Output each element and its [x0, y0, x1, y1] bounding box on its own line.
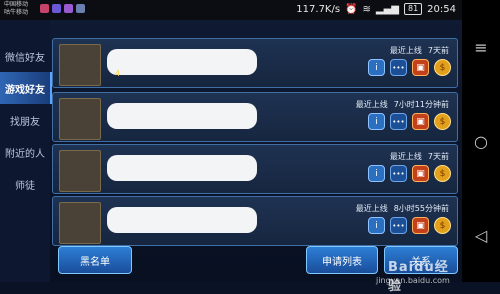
android-status-bar: 中国移动 咕牛移动 117.7K/s ⏰ ≋ ▂▄▆ 81 20:54 — [0, 0, 462, 20]
redacted-name — [107, 207, 257, 233]
blacklist-button[interactable]: 黑名单 — [58, 246, 132, 274]
baidu-watermark: Baidu经验 — [388, 260, 449, 294]
tab-label: 游戏好友 — [5, 84, 45, 96]
network-speed: 117.7K/s — [296, 3, 341, 15]
redacted-name — [107, 155, 257, 181]
info-icon[interactable]: i — [368, 217, 385, 234]
app-notification-icon — [64, 4, 73, 13]
last-online-value: 8小时55分钟前 — [393, 204, 449, 213]
wifi-icon: ≋ — [362, 3, 371, 15]
coin-icon[interactable]: $ — [434, 217, 451, 234]
friend-row[interactable]: 最近上线 7小时11分钟前 i ••• ▣ $ — [52, 92, 458, 142]
gift-icon[interactable]: ▣ — [412, 217, 429, 234]
last-online: 最近上线 7小时11分钟前 — [356, 99, 449, 110]
gift-icon[interactable]: ▣ — [412, 113, 429, 130]
coin-icon[interactable]: $ — [434, 59, 451, 76]
row-actions: i ••• ▣ $ — [368, 165, 451, 182]
redacted-name — [107, 103, 257, 129]
app-notification-icon — [52, 4, 61, 13]
clock: 20:54 — [427, 3, 456, 15]
tab-label: 找朋友 — [10, 116, 40, 128]
last-online-label: 最近上线 — [355, 204, 388, 213]
notification-icons — [40, 4, 85, 13]
info-icon[interactable]: i — [368, 59, 385, 76]
chat-icon[interactable]: ••• — [390, 59, 407, 76]
tab-find-friends[interactable]: 找朋友 — [0, 104, 50, 136]
last-online-value: 7天前 — [427, 152, 449, 161]
tab-label: 微信好友 — [5, 52, 45, 64]
row-actions: i ••• ▣ $ — [368, 113, 451, 130]
row-actions: i ••• ▣ $ — [368, 59, 451, 76]
status-right: 117.7K/s ⏰ ≋ ▂▄▆ 81 20:54 — [296, 3, 456, 15]
gift-icon[interactable]: ▣ — [412, 165, 429, 182]
friend-row[interactable]: 4 最近上线 7天前 i ••• ▣ $ — [52, 38, 458, 88]
home-icon[interactable]: ○ — [474, 132, 488, 151]
carrier-line1: 中国移动 — [4, 1, 29, 8]
last-online-label: 最近上线 — [389, 152, 422, 161]
avatar[interactable] — [59, 44, 101, 86]
chat-icon[interactable]: ••• — [390, 217, 407, 234]
last-online: 最近上线 8小时55分钟前 — [356, 203, 449, 214]
friend-list[interactable]: 4 最近上线 7天前 i ••• ▣ $ 最近上线 7小时11分钟前 i ••• ▣… — [52, 20, 460, 246]
coin-icon[interactable]: $ — [434, 165, 451, 182]
app-notification-icon — [76, 4, 85, 13]
last-online-value: 7小时11分钟前 — [393, 100, 449, 109]
android-nav-bar: ≡ ○ ◁ — [462, 0, 500, 282]
avatar[interactable] — [59, 202, 101, 244]
carrier-info: 中国移动 咕牛移动 — [4, 1, 28, 17]
apply-list-label: 申请列表 — [322, 256, 362, 268]
apply-list-button[interactable]: 申请列表 — [306, 246, 378, 274]
redacted-name — [107, 49, 257, 75]
last-online-label: 最近上线 — [355, 100, 388, 109]
alarm-icon: ⏰ — [345, 3, 358, 15]
back-icon[interactable]: ◁ — [475, 226, 487, 245]
baidu-watermark-url: jingyan.baidu.com — [376, 276, 450, 285]
chat-icon[interactable]: ••• — [390, 113, 407, 130]
friend-row[interactable]: 最近上线 8小时55分钟前 i ••• ▣ $ — [52, 196, 458, 246]
last-online: 最近上线 7天前 — [390, 151, 449, 162]
tab-game-friends[interactable]: 游戏好友 — [0, 72, 52, 104]
tab-label: 师徒 — [15, 180, 35, 192]
app-notification-icon — [40, 4, 49, 13]
row-actions: i ••• ▣ $ — [368, 217, 451, 234]
menu-icon[interactable]: ≡ — [474, 38, 487, 57]
tab-label: 附近的人 — [5, 148, 45, 160]
info-icon[interactable]: i — [368, 113, 385, 130]
tab-nearby-people[interactable]: 附近的人 — [0, 136, 50, 168]
carrier-line2: 咕牛移动 — [4, 9, 29, 16]
avatar[interactable] — [59, 150, 101, 192]
friend-row[interactable]: 最近上线 7天前 i ••• ▣ $ — [52, 144, 458, 194]
signal-icon: ▂▄▆ — [375, 3, 399, 15]
gift-icon[interactable]: ▣ — [412, 59, 429, 76]
level-badge: 4 — [115, 69, 121, 78]
info-icon[interactable]: i — [368, 165, 385, 182]
last-online-value: 7天前 — [427, 46, 449, 55]
last-online-label: 最近上线 — [389, 46, 422, 55]
coin-icon[interactable]: $ — [434, 113, 451, 130]
tab-mentorship[interactable]: 师徒 — [0, 168, 50, 200]
blacklist-label: 黑名单 — [80, 256, 110, 268]
last-online: 最近上线 7天前 — [390, 45, 449, 56]
chat-icon[interactable]: ••• — [390, 165, 407, 182]
friends-sidebar: 微信好友 游戏好友 找朋友 附近的人 师徒 — [0, 20, 52, 282]
game-friends-screen: 微信好友 游戏好友 找朋友 附近的人 师徒 4 最近上线 7天前 i ••• ▣ — [0, 20, 462, 294]
battery-indicator: 81 — [403, 3, 423, 15]
tab-wechat-friends[interactable]: 微信好友 — [0, 40, 50, 72]
avatar[interactable] — [59, 98, 101, 140]
